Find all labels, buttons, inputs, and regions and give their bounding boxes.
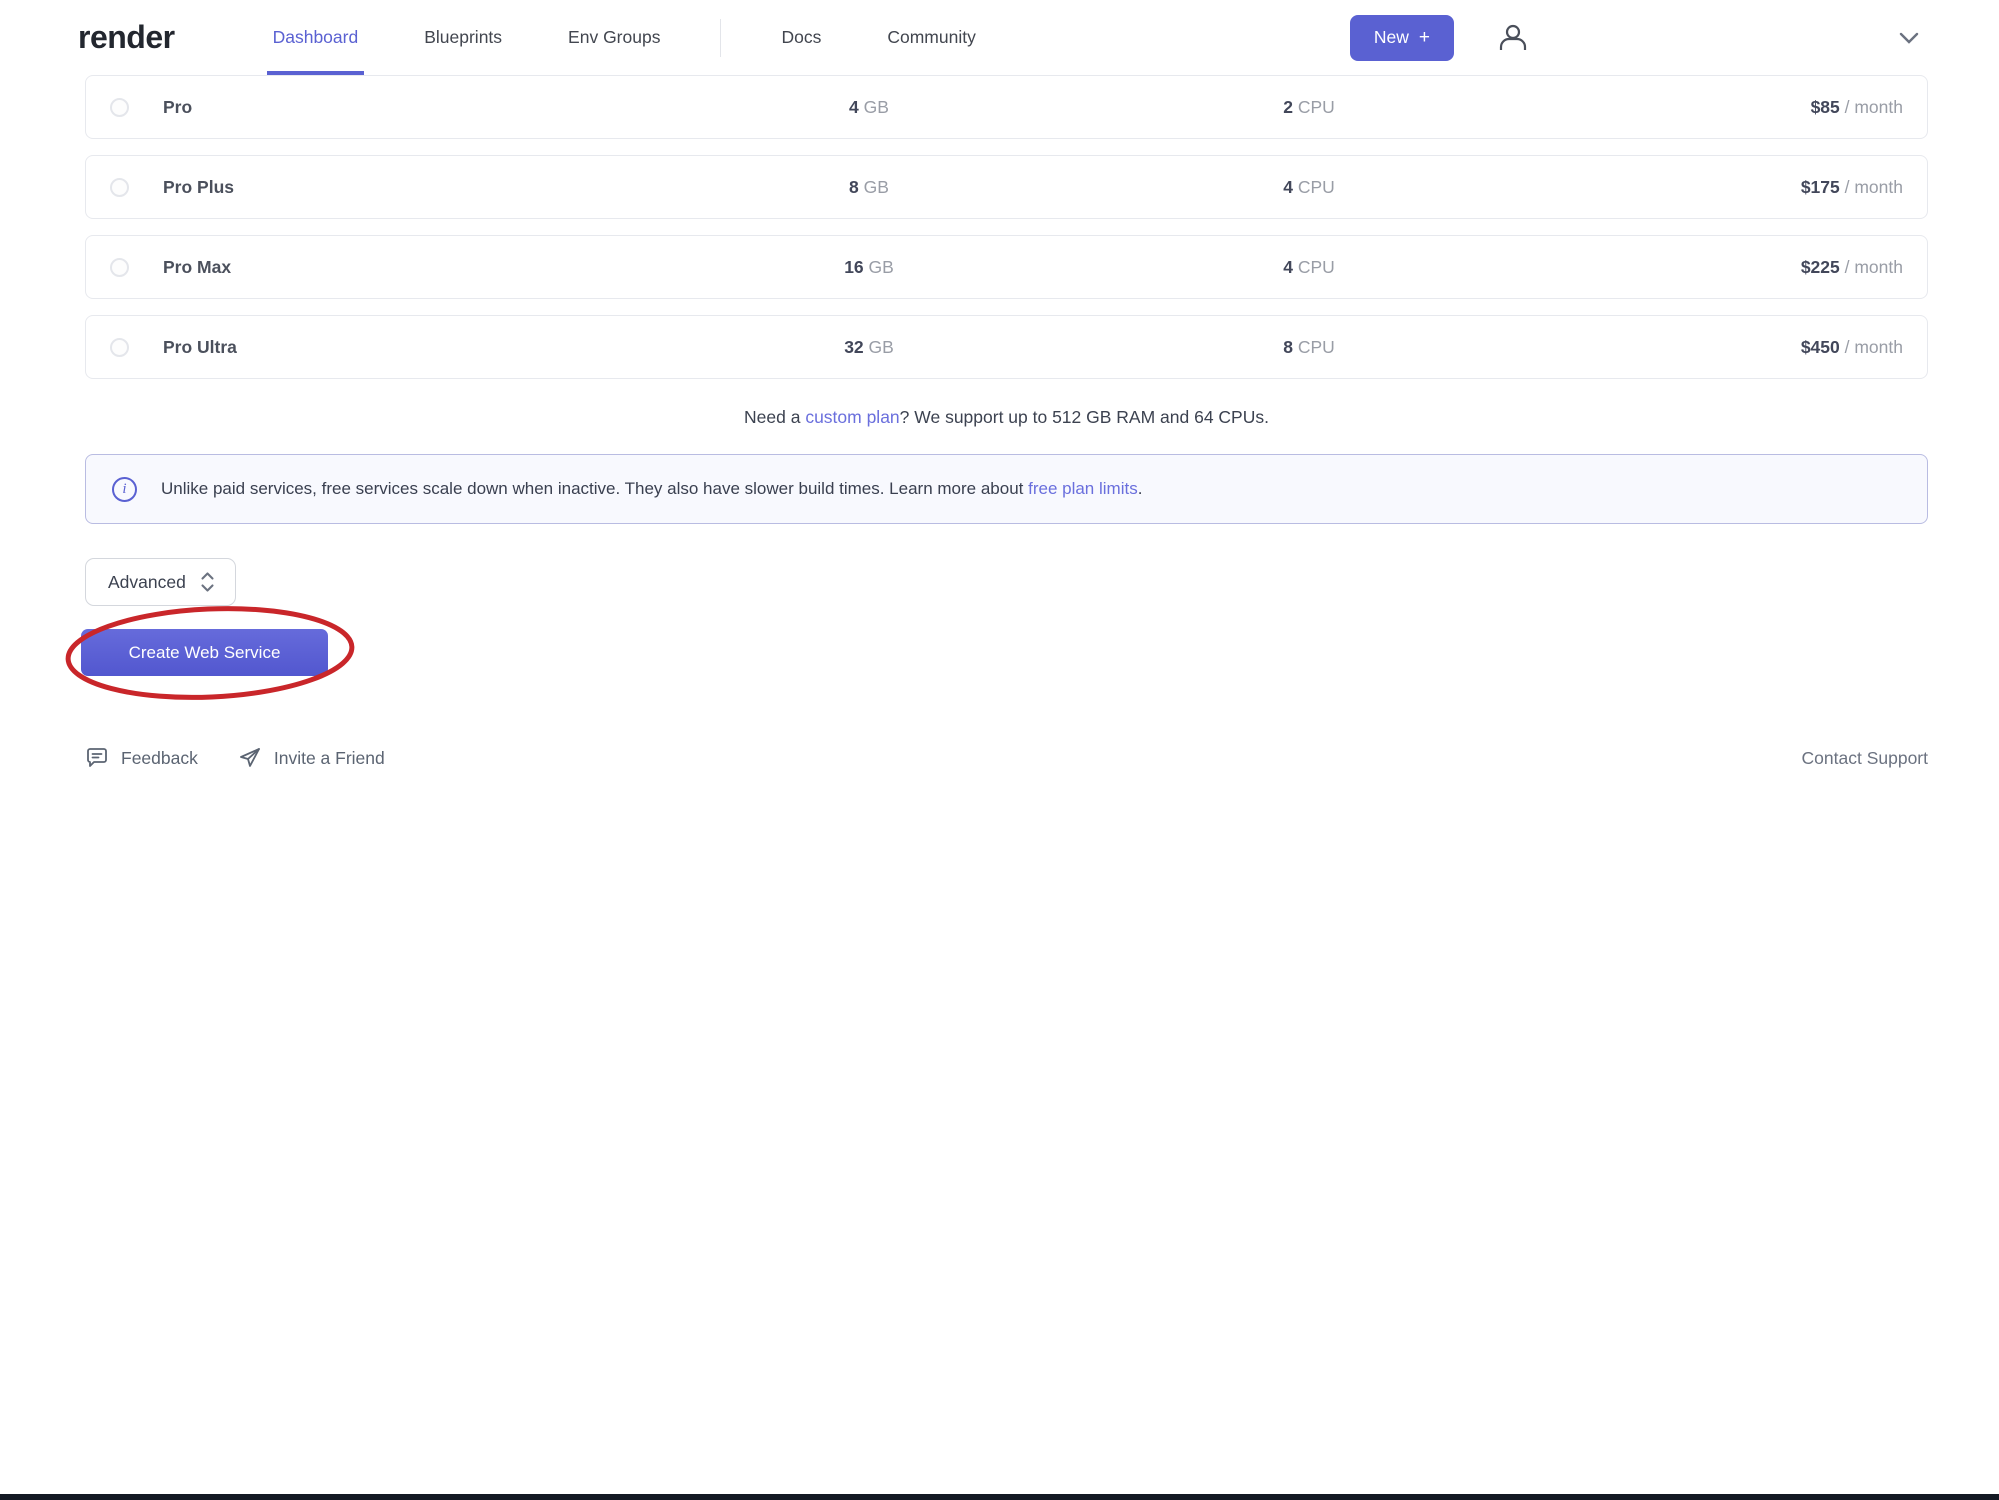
info-text-suffix: . (1138, 479, 1143, 498)
plan-cpu: 2 CPU (1049, 97, 1569, 118)
free-plan-limits-link[interactable]: free plan limits (1028, 479, 1138, 498)
plan-row-pro-ultra[interactable]: Pro Ultra 32 GB 8 CPU $450 / month (85, 315, 1928, 379)
plan-cpu: 4 CPU (1049, 257, 1569, 278)
plan-ram: 8 GB (689, 177, 1049, 198)
nav-item-blueprints[interactable]: Blueprints (418, 0, 508, 75)
new-button-label: New (1374, 27, 1409, 48)
advanced-label: Advanced (108, 572, 186, 593)
paper-plane-icon (238, 746, 262, 770)
cpu-unit: CPU (1293, 337, 1335, 357)
cpu-unit: CPU (1293, 97, 1335, 117)
info-banner-text: Unlike paid services, free services scal… (161, 479, 1142, 499)
ram-unit: GB (859, 177, 889, 197)
cpu-unit: CPU (1293, 177, 1335, 197)
cpu-unit: CPU (1293, 257, 1335, 277)
plan-row-pro-max[interactable]: Pro Max 16 GB 4 CPU $225 / month (85, 235, 1928, 299)
feedback-label: Feedback (121, 748, 198, 769)
custom-plan-note: Need a custom plan? We support up to 512… (85, 407, 1928, 428)
price-value: $175 (1801, 177, 1840, 197)
info-icon: i (112, 477, 137, 502)
plan-row-pro-plus[interactable]: Pro Plus 8 GB 4 CPU $175 / month (85, 155, 1928, 219)
cpu-value: 2 (1283, 97, 1293, 117)
ram-value: 8 (849, 177, 859, 197)
feedback-bubble-icon (85, 746, 109, 770)
cpu-value: 4 (1283, 177, 1293, 197)
create-web-service-button[interactable]: Create Web Service (81, 629, 328, 676)
plan-ram: 4 GB (689, 97, 1049, 118)
plan-row-pro[interactable]: Pro 4 GB 2 CPU $85 / month (85, 75, 1928, 139)
new-button[interactable]: New + (1350, 15, 1454, 61)
radio-button[interactable] (110, 98, 129, 117)
plan-price: $450 / month (1569, 337, 1903, 358)
plan-name: Pro (163, 97, 689, 118)
nav-item-community[interactable]: Community (881, 0, 982, 75)
ram-unit: GB (864, 337, 894, 357)
price-suffix: / month (1840, 257, 1903, 277)
plus-icon: + (1419, 27, 1430, 49)
nav-item-dashboard[interactable]: Dashboard (267, 0, 365, 75)
nav-right-group: New + (982, 15, 1920, 61)
price-suffix: / month (1840, 337, 1903, 357)
plan-price: $85 / month (1569, 97, 1903, 118)
create-button-area: Create Web Service (85, 629, 1928, 676)
custom-plan-suffix: ? We support up to 512 GB RAM and 64 CPU… (900, 407, 1269, 427)
ram-unit: GB (859, 97, 889, 117)
nav-item-env-groups[interactable]: Env Groups (562, 0, 666, 75)
plan-name: Pro Plus (163, 177, 689, 198)
chevron-up-down-icon (200, 571, 215, 593)
price-suffix: / month (1840, 97, 1903, 117)
price-suffix: / month (1840, 177, 1903, 197)
radio-button[interactable] (110, 178, 129, 197)
nav-item-docs[interactable]: Docs (775, 0, 827, 75)
feedback-link[interactable]: Feedback (85, 746, 198, 770)
cpu-value: 8 (1283, 337, 1293, 357)
plan-price: $225 / month (1569, 257, 1903, 278)
ram-unit: GB (864, 257, 894, 277)
plan-name: Pro Ultra (163, 337, 689, 358)
page-footer: Feedback Invite a Friend Contact Support (85, 746, 1928, 770)
info-text-body: Unlike paid services, free services scal… (161, 479, 1028, 498)
custom-plan-link[interactable]: custom plan (805, 407, 899, 427)
free-plan-info-banner: i Unlike paid services, free services sc… (85, 454, 1928, 524)
main-content: Pro 4 GB 2 CPU $85 / month Pro Plus 8 GB… (0, 75, 1999, 770)
top-navigation: render Dashboard Blueprints Env Groups D… (0, 0, 1999, 75)
invite-friend-link[interactable]: Invite a Friend (238, 746, 385, 770)
ram-value: 32 (844, 337, 863, 357)
user-account-icon[interactable] (1496, 21, 1530, 55)
plan-ram: 32 GB (689, 337, 1049, 358)
nav-divider (720, 19, 721, 57)
chevron-down-icon[interactable] (1898, 31, 1920, 45)
price-value: $225 (1801, 257, 1840, 277)
ram-value: 16 (844, 257, 863, 277)
plan-ram: 16 GB (689, 257, 1049, 278)
contact-support-link[interactable]: Contact Support (1802, 748, 1928, 769)
price-value: $450 (1801, 337, 1840, 357)
advanced-toggle[interactable]: Advanced (85, 558, 236, 606)
ram-value: 4 (849, 97, 859, 117)
render-logo[interactable]: render (78, 19, 175, 56)
primary-nav: Dashboard Blueprints Env Groups Docs Com… (267, 0, 982, 75)
plan-cpu: 8 CPU (1049, 337, 1569, 358)
plan-cpu: 4 CPU (1049, 177, 1569, 198)
radio-button[interactable] (110, 258, 129, 277)
plan-price: $175 / month (1569, 177, 1903, 198)
plan-name: Pro Max (163, 257, 689, 278)
radio-button[interactable] (110, 338, 129, 357)
cpu-value: 4 (1283, 257, 1293, 277)
price-value: $85 (1811, 97, 1840, 117)
invite-friend-label: Invite a Friend (274, 748, 385, 769)
custom-plan-prefix: Need a (744, 407, 805, 427)
bottom-edge-bar (0, 1494, 1999, 1500)
